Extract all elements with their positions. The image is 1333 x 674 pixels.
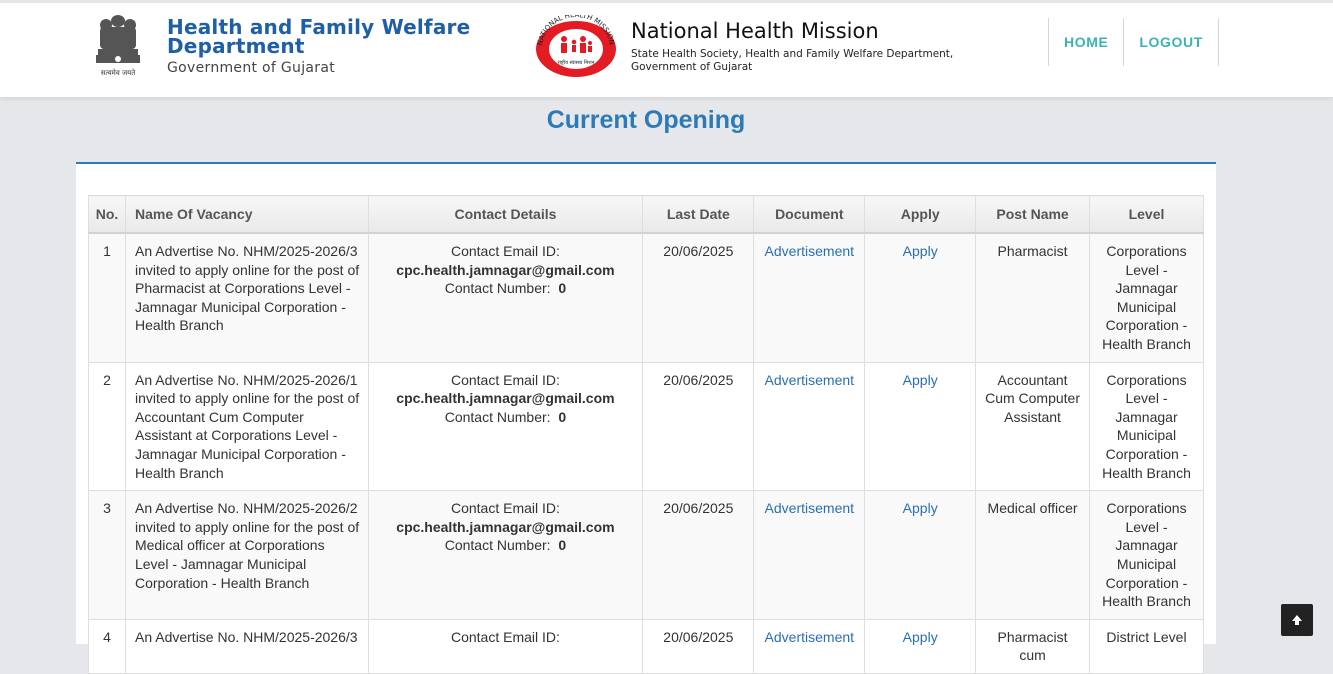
cell-contact: Contact Email ID: (367, 618, 644, 674)
svg-text:राष्ट्रीय स्वास्थ्य मिशन: राष्ट्रीय स्वास्थ्य मिशन (558, 59, 595, 66)
cell-document: Advertisement (753, 618, 866, 674)
apply-link[interactable]: Apply (903, 243, 938, 259)
table-row: 2 An Advertise No. NHM/2025-2026/1 invit… (88, 361, 1204, 492)
col-header-no: No. (88, 195, 126, 234)
cell-document: Advertisement (753, 361, 866, 492)
nhm-logo-icon: NATIONAL HEALTH MISSION राष्ट्रीय स्वास्… (536, 15, 616, 77)
col-header-contact: Contact Details (367, 195, 644, 234)
contact-email: cpc.health.jamnagar@gmail.com (396, 261, 615, 278)
contact-number: 0 (558, 408, 567, 425)
dept-line3: Government of Gujarat (167, 60, 336, 76)
advertisement-link[interactable]: Advertisement (765, 500, 854, 516)
cell-post-name: Accountant Cum Computer Assistant (975, 361, 1090, 492)
apply-link[interactable]: Apply (903, 629, 938, 645)
cell-level: District Level (1089, 618, 1204, 674)
department-title: Health and Family Welfare Department Gov… (167, 17, 527, 76)
cell-last-date: 20/06/2025 (642, 618, 755, 674)
contact-email-label: Contact Email ID: (450, 500, 560, 517)
cell-document: Advertisement (753, 490, 866, 620)
nhm-subtitle-line1: State Health Society, Health and Family … (631, 48, 954, 60)
col-header-vacancy: Name Of Vacancy (124, 195, 369, 234)
advertisement-link[interactable]: Advertisement (765, 629, 854, 645)
cell-last-date: 20/06/2025 (642, 232, 755, 363)
cell-apply: Apply (864, 490, 977, 620)
cell-vacancy: An Advertise No. NHM/2025-2026/2 invited… (124, 490, 369, 620)
contact-email-label: Contact Email ID: (450, 243, 560, 259)
cell-no: 2 (88, 361, 126, 492)
col-header-document: Document (753, 195, 866, 234)
cell-post-name: Pharmacist cum (975, 618, 1090, 674)
table-row: 1 An Advertise No. NHM/2025-2026/3 invit… (88, 232, 1204, 363)
cell-vacancy: An Advertise No. NHM/2025-2026/3 (124, 618, 369, 674)
apply-link[interactable]: Apply (903, 372, 938, 388)
cell-contact: Contact Email ID: cpc.health.jamnagar@gm… (367, 232, 644, 363)
contact-number: 0 (558, 537, 567, 554)
contact-number-label: Contact Number: (444, 408, 551, 425)
table-row: 4 An Advertise No. NHM/2025-2026/3 Conta… (88, 618, 1204, 674)
table-header-row: No. Name Of Vacancy Contact Details Last… (88, 195, 1204, 234)
apply-link[interactable]: Apply (903, 500, 938, 516)
national-emblem-icon: सत्यमेव जयते (96, 15, 140, 77)
cell-post-name: Medical officer (975, 490, 1090, 620)
page-title: Current Opening (546, 106, 746, 134)
cell-last-date: 20/06/2025 (642, 490, 755, 620)
nhm-subtitle: State Health Society, Health and Family … (631, 48, 991, 74)
contact-email-label: Contact Email ID: (450, 628, 560, 645)
nav-logout-link[interactable]: LOGOUT (1124, 18, 1219, 66)
openings-panel: No. Name Of Vacancy Contact Details Last… (76, 162, 1216, 674)
col-header-level: Level (1089, 195, 1204, 234)
cell-apply: Apply (864, 618, 977, 674)
top-nav: HOME LOGOUT (1048, 18, 1219, 66)
contact-number-label: Contact Number: (444, 280, 551, 297)
contact-number: 0 (558, 280, 567, 297)
cell-level: Corporations Level - Jamnagar Municipal … (1089, 361, 1204, 492)
cell-vacancy: An Advertise No. NHM/2025-2026/1 invited… (124, 361, 369, 492)
cell-apply: Apply (864, 232, 977, 363)
contact-email: cpc.health.jamnagar@gmail.com (396, 518, 615, 535)
nhm-title: National Health Mission (631, 19, 879, 43)
arrow-up-icon (1292, 615, 1302, 625)
contact-number-label: Contact Number: (444, 537, 551, 554)
cell-document: Advertisement (753, 232, 866, 363)
cell-last-date: 20/06/2025 (642, 361, 755, 492)
cell-no: 3 (88, 490, 126, 620)
cell-no: 1 (88, 232, 126, 363)
col-header-apply: Apply (864, 195, 977, 234)
table-row: 3 An Advertise No. NHM/2025-2026/2 invit… (88, 490, 1204, 620)
cell-vacancy: An Advertise No. NHM/2025-2026/3 invited… (124, 232, 369, 363)
cell-no: 4 (88, 618, 126, 674)
contact-email-label: Contact Email ID: (450, 371, 560, 388)
cell-contact: Contact Email ID: cpc.health.jamnagar@gm… (367, 361, 644, 492)
cell-level: Corporations Level - Jamnagar Municipal … (1089, 490, 1204, 620)
advertisement-link[interactable]: Advertisement (765, 243, 854, 259)
svg-text:सत्यमेव जयते: सत्यमेव जयते (101, 68, 136, 77)
cell-post-name: Pharmacist (975, 232, 1090, 363)
col-header-post-name: Post Name (975, 195, 1090, 234)
cell-contact: Contact Email ID: cpc.health.jamnagar@gm… (367, 490, 644, 620)
advertisement-link[interactable]: Advertisement (765, 372, 854, 388)
scroll-to-top-button[interactable] (1281, 604, 1313, 636)
nhm-subtitle-line2: Government of Gujarat (631, 61, 753, 73)
cell-level: Corporations Level - Jamnagar Municipal … (1089, 232, 1204, 363)
dept-line2: Department (167, 34, 305, 58)
col-header-last-date: Last Date (642, 195, 755, 234)
cell-apply: Apply (864, 361, 977, 492)
openings-table: No. Name Of Vacancy Contact Details Last… (88, 195, 1204, 674)
nav-home-link[interactable]: HOME (1049, 18, 1125, 66)
top-header: सत्यमेव जयते Health and Family Welfare D… (0, 0, 1333, 97)
contact-email: cpc.health.jamnagar@gmail.com (396, 390, 615, 407)
